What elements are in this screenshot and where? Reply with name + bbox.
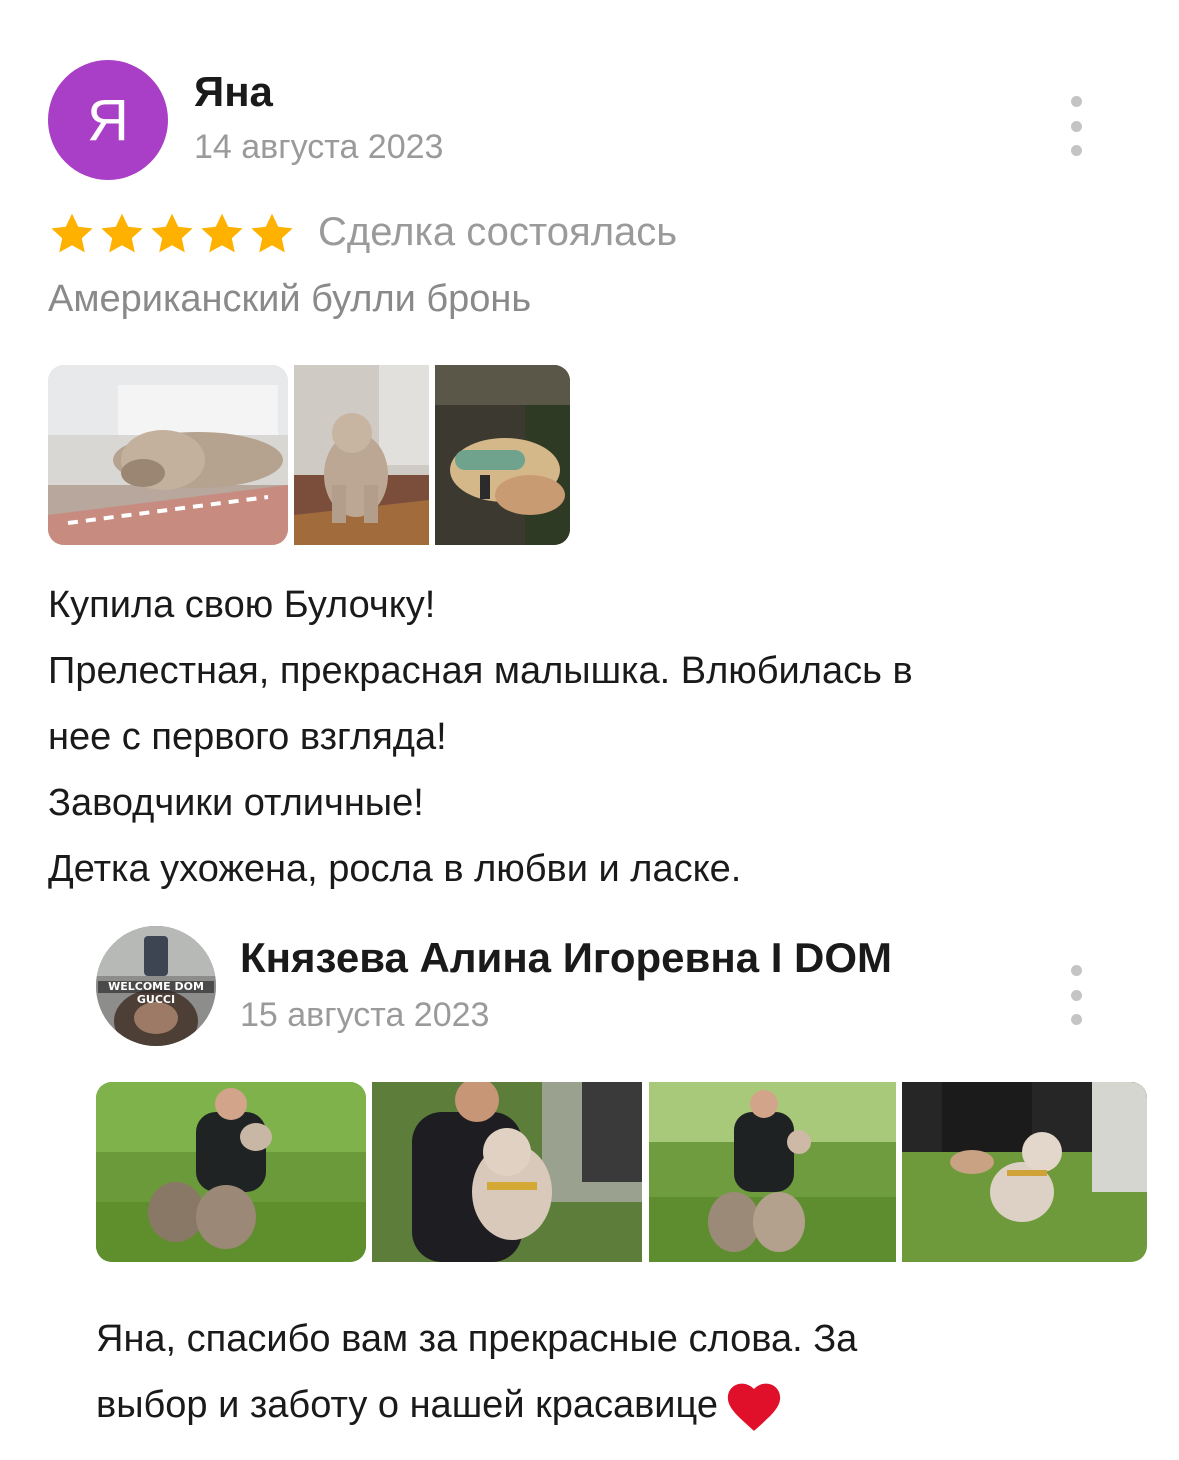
heart-icon	[727, 1383, 781, 1431]
more-vertical-icon[interactable]	[1066, 965, 1086, 1025]
reply-text-line: Яна, спасибо вам за прекрасные слова. За	[96, 1318, 858, 1360]
star-icon	[251, 213, 293, 253]
star-icon	[51, 213, 93, 253]
star-icon	[101, 213, 143, 253]
review-text-line: Детка ухожена, росла в любви и ласке.	[48, 848, 742, 890]
star-icon	[201, 213, 243, 253]
dog-in-car-photo[interactable]	[435, 365, 570, 545]
man-with-two-dogs-photo[interactable]	[96, 1082, 366, 1262]
review-date: 14 августа 2023	[194, 128, 444, 166]
seller-avatar[interactable]: WELCOME DOM GUCCI	[96, 926, 216, 1046]
man-with-dogs-garden-photo[interactable]	[649, 1082, 896, 1262]
avatar-letter: Я	[87, 87, 129, 153]
more-vertical-icon[interactable]	[1066, 96, 1086, 156]
man-holding-puppy-photo[interactable]	[372, 1082, 642, 1262]
dog-lying-on-rug-photo[interactable]	[48, 365, 288, 545]
reply-text-line: выбор и заботу о нашей красавице	[96, 1372, 1156, 1438]
review-text-line: Купила свою Булочку!	[48, 584, 436, 626]
deal-status: Сделка состоялась	[318, 210, 678, 254]
rating-stars	[48, 210, 296, 258]
seller-logo-text: WELCOME DOM GUCCI	[108, 980, 204, 1006]
dog-sitting-photo[interactable]	[294, 365, 429, 545]
reply-date: 15 августа 2023	[240, 996, 490, 1034]
review-author[interactable]: Яна	[194, 68, 273, 116]
puppy-on-grass-photo[interactable]	[902, 1082, 1147, 1262]
reply-text-line-content: выбор и заботу о нашей красавице	[96, 1384, 719, 1426]
product-title[interactable]: Американский булли бронь	[48, 278, 531, 321]
seller-name[interactable]: Князева Алина Игоревна I DOM	[240, 934, 892, 982]
review-text-line: нее с первого взгляда!	[48, 716, 447, 758]
review-text-line: Прелестная, прекрасная малышка. Влюбилас…	[48, 650, 913, 692]
avatar[interactable]: Я	[48, 60, 168, 180]
reply-text: Яна, спасибо вам за прекрасные слова. За…	[96, 1306, 1156, 1438]
review-text: Купила свою Булочку! Прелестная, прекрас…	[48, 572, 1138, 902]
review-text-line: Заводчики отличные!	[48, 782, 424, 824]
star-icon	[151, 213, 193, 253]
